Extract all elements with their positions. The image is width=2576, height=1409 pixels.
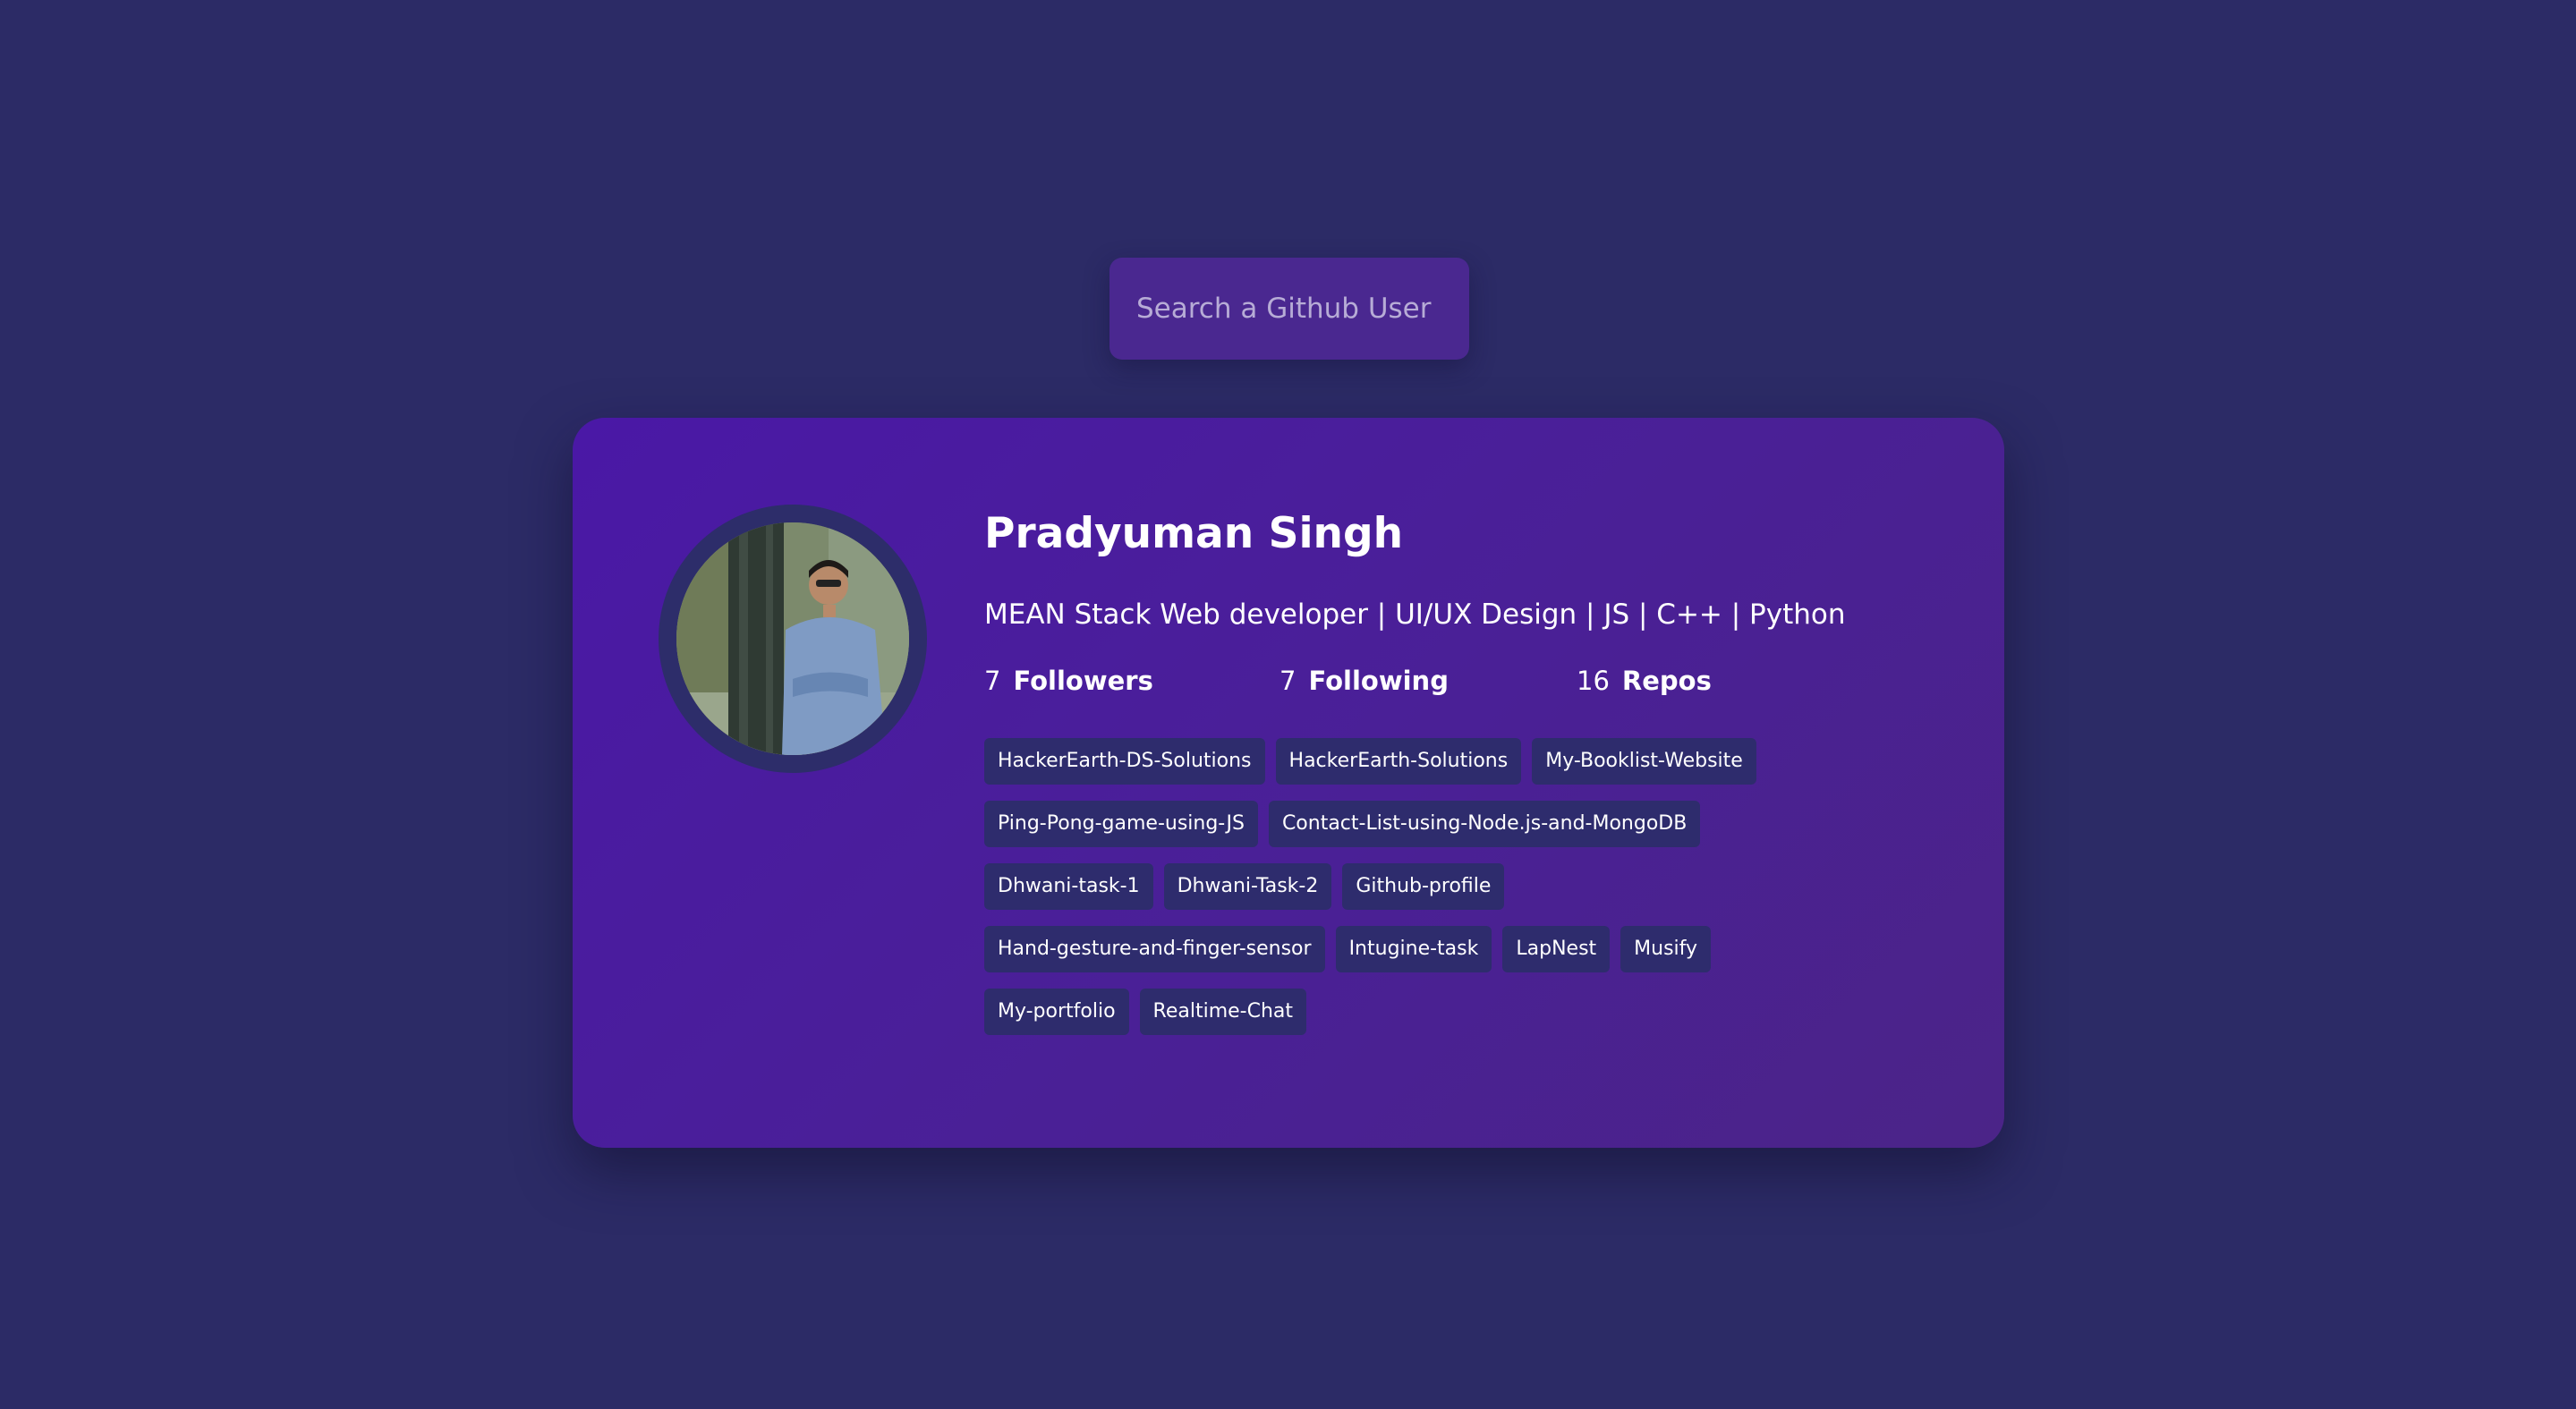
profile-card: Pradyuman Singh MEAN Stack Web developer… xyxy=(573,418,2004,1148)
repo-link[interactable]: Musify xyxy=(1620,926,1712,972)
profile-bio: MEAN Stack Web developer | UI/UX Design … xyxy=(984,598,1846,631)
repo-link[interactable]: HackerEarth-Solutions xyxy=(1275,738,1522,785)
repo-list: HackerEarth-DS-Solutions HackerEarth-Solu… xyxy=(984,738,1843,1035)
repo-link[interactable]: Github-profile xyxy=(1342,863,1505,910)
following-label: Following xyxy=(1308,666,1449,696)
repo-link[interactable]: My-portfolio xyxy=(984,989,1129,1035)
repo-row: My-portfolio Realtime-Chat xyxy=(984,989,1843,1035)
search-input[interactable] xyxy=(1109,258,1469,360)
repos-count: 16 xyxy=(1577,666,1610,696)
followers-label: Followers xyxy=(1013,666,1153,696)
profile-stats: 7 Followers 7 Following 16 Repos xyxy=(984,661,1951,700)
profile-name: Pradyuman Singh xyxy=(984,509,1404,558)
following-stat: 7 Following xyxy=(1279,661,1449,700)
avatar-ring xyxy=(659,505,927,773)
repo-link[interactable]: Contact-List-using-Node.js-and-MongoDB xyxy=(1268,801,1701,847)
followers-count: 7 xyxy=(984,666,1001,696)
profile-info: Pradyuman Singh MEAN Stack Web developer… xyxy=(984,504,1951,1051)
repo-link[interactable]: Dhwani-Task-2 xyxy=(1163,863,1332,910)
repo-link[interactable]: LapNest xyxy=(1502,926,1611,972)
followers-stat: 7 Followers xyxy=(984,661,1153,700)
repo-link[interactable]: Hand-gesture-and-finger-sensor xyxy=(984,926,1325,972)
search-form xyxy=(1109,258,1469,360)
repo-link[interactable]: Realtime-Chat xyxy=(1139,989,1307,1035)
repo-row: Dhwani-task-1 Dhwani-Task-2 Github-profile xyxy=(984,863,1843,910)
repo-link[interactable]: Dhwani-task-1 xyxy=(984,863,1153,910)
avatar xyxy=(676,522,909,755)
repo-row: Hand-gesture-and-finger-sensor Intugine-t… xyxy=(984,926,1843,972)
repo-row: HackerEarth-DS-Solutions HackerEarth-Solu… xyxy=(984,738,1843,785)
repos-stat: 16 Repos xyxy=(1577,661,1712,700)
repo-link[interactable]: Intugine-task xyxy=(1335,926,1492,972)
repo-link[interactable]: Ping-Pong-game-using-JS xyxy=(984,801,1258,847)
following-count: 7 xyxy=(1279,666,1297,696)
avatar-photo xyxy=(676,522,909,755)
repo-link[interactable]: My-Booklist-Website xyxy=(1532,738,1756,785)
repo-link[interactable]: HackerEarth-DS-Solutions xyxy=(984,738,1265,785)
repo-row: Ping-Pong-game-using-JS Contact-List-usin… xyxy=(984,801,1843,847)
repos-label: Repos xyxy=(1621,666,1712,696)
